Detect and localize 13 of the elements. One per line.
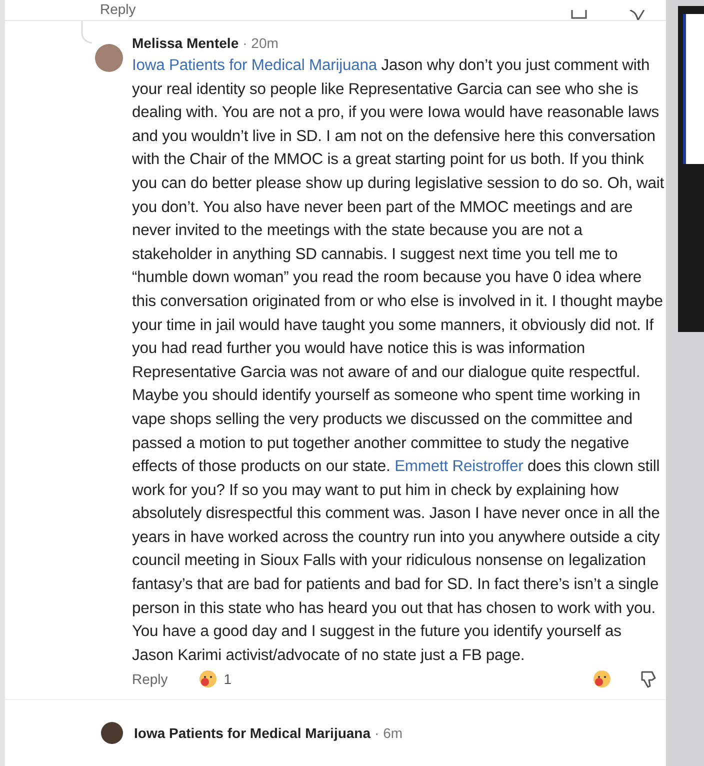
comment-time: · 6m: [374, 725, 403, 742]
author-name[interactable]: Iowa Patients for Medical Marijuana: [134, 725, 371, 742]
reply-link[interactable]: Reply: [132, 671, 168, 688]
comment-text: Iowa Patients for Medical Marijuana Jason why don’t you just comment with your real identity so people like Representative Garcia can see who she is dealing with. You are not a pro, if you were Iowa would have reasonable laws and you wouldn’t live in SD. I am not on the defensive here this conversation with the Chair of the MMOC is a great starting point for us both. If you think you can do better please show up during legislative session to do so. Oh, wait you don’t. You also have never been part of the MMOC meetings and are never invited to the meetings with the state because you are not a stakeholder in anything SD cannabis. I suggest next time you tell me to “humble down woman” you read the room because you have 0 idea where this conversation originated from or who else is involved in it. I thought maybe your time in jail would have taught you some manners, it obviously did not. If you had read further you would have notice this is was information Representative Garcia was not aware of and our dialogue quite respectful. Maybe you should identify yourself as someone who spent time working in vape shops selling the very products we discussed on the committee and passed a motion to put together another committee to study the negative effects of those products on our state. Emmett Reistroffer does this clown still work for you? If so you may want to put him in check by explaining how absolutely disrespectful this comment was. Jason I have never once in all the years in have worked across the country run into you anywhere outside a city council meeting in Sioux Falls with your ridiculous nonsense on legalization fantasy’s that are bad for patients and bad for SD. In fact there’s isn’t a single person in this state who has heard you out that has chosen to work with you. You have a good day and I suggest in the future you identify yourself as Jason Karimi activist/advocate of no state just a FB page.: [132, 56, 665, 666]
avatar[interactable]: [101, 722, 123, 744]
author-name[interactable]: Melissa Mentele: [132, 35, 239, 51]
mention-link[interactable]: Emmett Reistroffer: [394, 458, 524, 476]
comment-time: · 20m: [242, 35, 278, 51]
emoji-icon[interactable]: [592, 669, 612, 690]
emoji-icon: [198, 669, 218, 690]
reaction-count: 1: [224, 671, 232, 688]
reply-link[interactable]: Reply: [100, 0, 136, 18]
mention-link[interactable]: Iowa Patients for Medical Marijuana: [132, 57, 378, 74]
